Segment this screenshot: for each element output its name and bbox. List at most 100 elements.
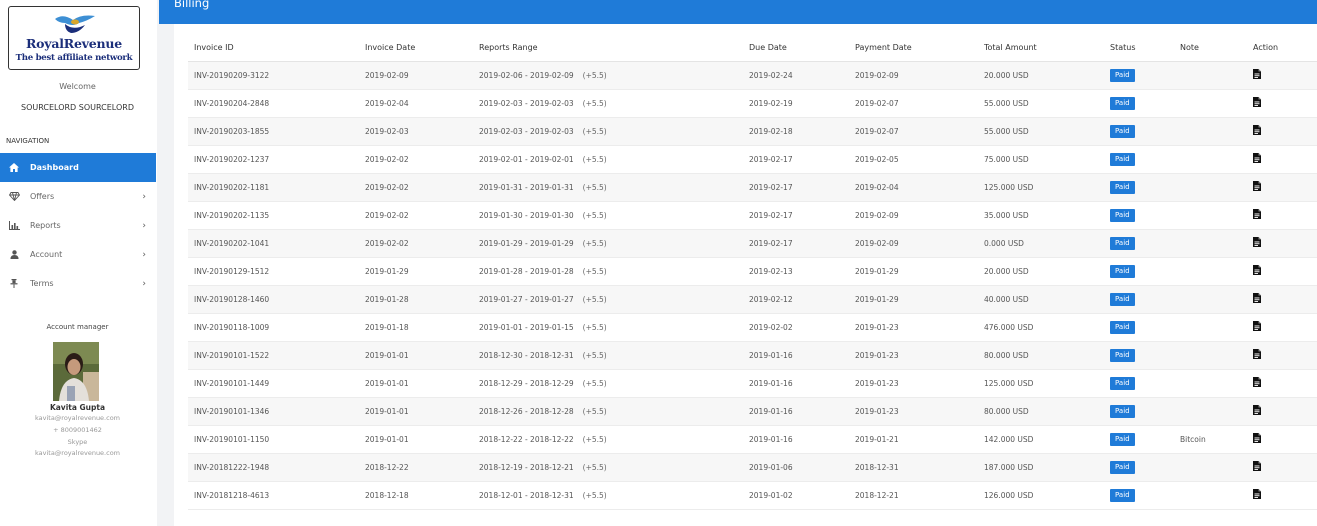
invoice-id-cell: INV-20190118-1009 <box>188 313 359 342</box>
download-invoice-icon[interactable] <box>1253 405 1261 415</box>
status-cell: Paid <box>1104 313 1174 342</box>
due-date-cell: 2019-01-06 <box>743 453 849 482</box>
status-cell: Paid <box>1104 89 1174 118</box>
download-invoice-icon[interactable] <box>1253 237 1261 247</box>
invoice-id-cell: INV-20190101-1449 <box>188 369 359 398</box>
brand-name: RoyalRevenue <box>25 36 123 51</box>
page-title: Billing <box>174 0 210 10</box>
timezone-offset: (+5.5) <box>582 294 607 304</box>
timezone-offset: (+5.5) <box>582 350 607 360</box>
brand-logo[interactable]: RoyalRevenue The best affiliate network <box>8 6 140 70</box>
column-header-due-date[interactable]: Due Date <box>743 34 849 62</box>
payment-date-cell: 2019-02-07 <box>849 117 978 146</box>
download-invoice-icon[interactable] <box>1253 461 1261 471</box>
note-cell <box>1174 341 1247 370</box>
reports-range-text: 2019-01-29 - 2019-01-29 <box>479 238 574 248</box>
invoice-id-cell: INV-20190101-1522 <box>188 341 359 370</box>
status-badge: Paid <box>1110 96 1135 110</box>
status-badge: Paid <box>1110 320 1135 334</box>
invoice-date-cell: 2019-02-09 <box>359 61 473 90</box>
bar-chart-icon <box>7 221 21 230</box>
download-invoice-icon[interactable] <box>1253 69 1261 79</box>
total-amount-cell: 125.000 USD <box>978 173 1104 202</box>
note-cell <box>1174 453 1247 482</box>
reports-range-cell: 2019-02-01 - 2019-02-01 (+5.5) <box>473 145 743 174</box>
reports-range-text: 2018-12-29 - 2018-12-29 <box>479 378 574 388</box>
column-header-reports-range[interactable]: Reports Range <box>473 34 743 62</box>
download-invoice-icon[interactable] <box>1253 209 1261 219</box>
reports-range-text: 2019-02-03 - 2019-02-03 <box>479 98 574 108</box>
account-manager-email[interactable]: kavita@royalrevenue.com <box>0 414 155 422</box>
status-cell: Paid <box>1104 369 1174 398</box>
download-invoice-icon[interactable] <box>1253 377 1261 387</box>
payment-date-cell: 2019-01-23 <box>849 369 978 398</box>
table-row: INV-20190209-3122 2019-02-09 2019-02-06 - … <box>188 61 1317 90</box>
action-cell <box>1247 369 1317 398</box>
account-manager-skype[interactable]: kavita@royalrevenue.com <box>0 449 155 457</box>
status-cell: Paid <box>1104 285 1174 314</box>
total-amount-cell: 75.000 USD <box>978 145 1104 174</box>
note-cell <box>1174 201 1247 230</box>
download-invoice-icon[interactable] <box>1253 349 1261 359</box>
status-badge: Paid <box>1110 460 1135 474</box>
download-invoice-icon[interactable] <box>1253 125 1261 135</box>
action-cell <box>1247 453 1317 482</box>
column-header-note[interactable]: Note <box>1174 34 1247 62</box>
action-cell <box>1247 425 1317 454</box>
reports-range-cell: 2018-12-19 - 2018-12-21 (+5.5) <box>473 453 743 482</box>
diamond-icon <box>7 192 21 201</box>
nav-item-reports[interactable]: Reports › <box>0 211 156 240</box>
invoice-date-cell: 2019-02-02 <box>359 201 473 230</box>
invoice-id-cell: INV-20190204-2848 <box>188 89 359 118</box>
note-cell <box>1174 229 1247 258</box>
due-date-cell: 2019-01-16 <box>743 341 849 370</box>
account-manager-name: Kavita Gupta <box>49 403 106 412</box>
nav-item-account[interactable]: Account › <box>0 240 156 269</box>
reports-range-cell: 2018-12-26 - 2018-12-28 (+5.5) <box>473 397 743 426</box>
nav-item-label: Reports <box>30 221 61 230</box>
table-row: INV-20190203-1855 2019-02-03 2019-02-03 - … <box>188 117 1317 146</box>
action-cell <box>1247 229 1317 258</box>
download-invoice-icon[interactable] <box>1253 321 1261 331</box>
due-date-cell: 2019-02-17 <box>743 145 849 174</box>
account-manager-phone: + 8009001462 <box>53 426 102 434</box>
download-invoice-icon[interactable] <box>1253 433 1261 443</box>
column-header-invoice-id[interactable]: Invoice ID <box>188 34 359 62</box>
column-header-invoice-date[interactable]: Invoice Date <box>359 34 473 62</box>
invoice-date-cell: 2019-01-01 <box>359 425 473 454</box>
nav-item-offers[interactable]: Offers › <box>0 182 156 211</box>
nav-item-terms[interactable]: Terms › <box>0 269 156 298</box>
reports-range-cell: 2019-01-31 - 2019-01-31 (+5.5) <box>473 173 743 202</box>
account-manager-skype-label: Skype <box>67 438 88 446</box>
timezone-offset: (+5.5) <box>582 210 607 220</box>
table-row: INV-20190101-1522 2019-01-01 2018-12-30 - … <box>188 341 1317 370</box>
invoice-date-cell: 2019-01-01 <box>359 341 473 370</box>
nav-item-dashboard[interactable]: Dashboard <box>0 153 156 182</box>
download-invoice-icon[interactable] <box>1253 181 1261 191</box>
column-header-total-amount[interactable]: Total Amount <box>978 34 1104 62</box>
table-row: INV-20190101-1449 2019-01-01 2018-12-29 - … <box>188 369 1317 398</box>
column-header-status[interactable]: Status <box>1104 34 1174 62</box>
payment-date-cell: 2019-02-09 <box>849 201 978 230</box>
download-invoice-icon[interactable] <box>1253 97 1261 107</box>
status-badge: Paid <box>1110 488 1135 502</box>
table-row: INV-20190129-1512 2019-01-29 2019-01-28 - … <box>188 257 1317 286</box>
brand-tagline: The best affiliate network <box>15 53 133 63</box>
status-cell: Paid <box>1104 341 1174 370</box>
status-cell: Paid <box>1104 397 1174 426</box>
status-cell: Paid <box>1104 145 1174 174</box>
nav-item-label: Terms <box>30 279 54 288</box>
download-invoice-icon[interactable] <box>1253 265 1261 275</box>
column-header-payment-date[interactable]: Payment Date <box>849 34 978 62</box>
status-badge: Paid <box>1110 152 1135 166</box>
total-amount-cell: 20.000 USD <box>978 257 1104 286</box>
timezone-offset: (+5.5) <box>582 182 607 192</box>
download-invoice-icon[interactable] <box>1253 153 1261 163</box>
invoice-date-cell: 2018-12-18 <box>359 481 473 510</box>
download-invoice-icon[interactable] <box>1253 489 1261 499</box>
timezone-offset: (+5.5) <box>582 406 607 416</box>
status-badge: Paid <box>1110 68 1135 82</box>
download-invoice-icon[interactable] <box>1253 293 1261 303</box>
timezone-offset: (+5.5) <box>582 322 607 332</box>
status-badge: Paid <box>1110 264 1135 278</box>
